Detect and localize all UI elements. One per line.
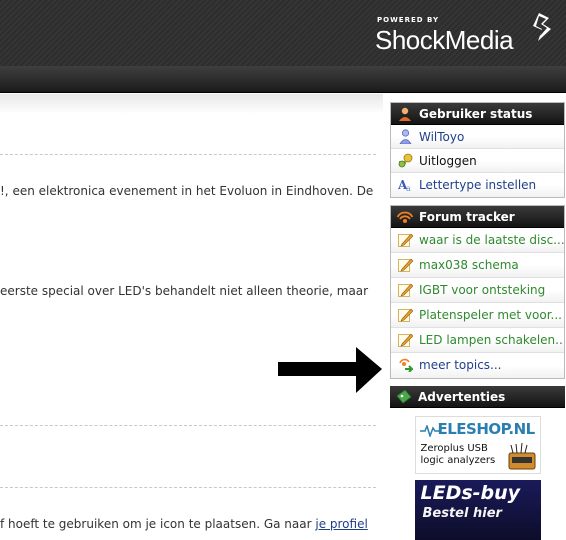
profile-link[interactable]: je profiel [315,517,367,531]
pointer-arrow-icon [278,347,382,393]
font-settings-label: Lettertype instellen [419,178,537,192]
tracker-topic[interactable]: LED lampen schakelen... [391,328,564,353]
tracker-topic[interactable]: max038 schema [391,253,564,278]
topic-label: IGBT voor ontsteking [419,283,546,297]
user-status-header: Gebruiker status [391,103,564,125]
powered-by-text: POWERED BY [377,16,440,24]
eleshop-ad[interactable]: ELESHOP.NL Zeroplus USB logic analyzers [414,416,541,474]
ledsbuy-ad[interactable]: LEDs-buy Bestel hier [414,480,541,540]
tracker-topic[interactable]: Platenspeler met voor... [391,303,564,328]
sidebar: Gebruiker status WilToyo Uitloggen A a L… [390,102,565,540]
user-icon [399,129,412,144]
ledsbuy-ad-sub: Bestel hier [422,506,502,521]
topic-label: Platenspeler met voor... [419,308,562,322]
eleshop-ad-sub1: Zeroplus USB [420,443,488,454]
pencil-icon [398,283,413,297]
topic-label: waar is de laatste disc... [419,233,564,247]
shockmedia-logo[interactable]: POWERED BY ShockMedia [375,12,552,56]
logout-label: Uitloggen [419,154,477,168]
more-topics-link[interactable]: meer topics... [391,353,564,378]
rss-icon [397,211,413,223]
keys-icon [398,153,413,168]
pencil-icon [398,258,413,272]
user-status-title: Gebruiker status [419,107,533,121]
more-topics-label: meer topics... [419,358,502,372]
username-label: WilToyo [419,130,465,144]
advertisements-header: Advertenties [390,386,565,408]
sidebar-item-font-settings[interactable]: A a Lettertype instellen [391,173,564,197]
user-status-icon [399,107,411,121]
logic-analyzer-image [508,443,535,470]
pencil-icon [398,308,413,322]
ledsbuy-ad-title: LEDs-buy [420,482,521,504]
eleshop-ad-title: ELESHOP.NL [437,420,536,438]
topic-label: max038 schema [419,258,519,272]
sidebar-item-logout[interactable]: Uitloggen [391,149,564,173]
user-status-panel: Gebruiker status WilToyo Uitloggen A a L… [390,102,565,198]
forum-tracker-header: Forum tracker [391,206,564,228]
tracker-topic[interactable]: IGBT voor ontsteking [391,278,564,303]
more-topics-icon [399,358,413,372]
main-content: !, een elektronica evenement in het Evol… [0,94,383,540]
sidebar-item-username[interactable]: WilToyo [391,125,564,149]
site-header: POWERED BY ShockMedia [0,0,566,66]
topic-label: LED lampen schakelen... [419,333,564,347]
navigation-bar [0,66,566,93]
pencil-icon [398,333,413,347]
svg-text:a: a [406,184,411,192]
divider [0,487,376,488]
shockmedia-bolt-icon [533,13,551,41]
tracker-topic[interactable]: waar is de laatste disc... [391,228,564,253]
font-icon: A a [398,178,411,192]
divider [0,425,376,426]
advertisements-title: Advertenties [418,390,506,404]
news-text-3: f hoeft te gebruiken om je icon te plaat… [0,517,368,531]
ticket-icon [396,390,412,404]
eleshop-ad-sub2: logic analyzers [420,455,496,466]
signal-wave-icon [419,425,440,437]
news-text-1: !, een elektronica evenement in het Evol… [0,184,374,198]
news-text-2: eerste special over LED's behandelt niet… [0,284,369,298]
advertisements-panel: Advertenties ELESHOP.NL Zeroplus USB log… [390,386,565,540]
pencil-icon [398,233,413,247]
divider [0,154,376,155]
forum-tracker-panel: Forum tracker waar is de laatste disc...… [390,205,565,379]
forum-tracker-title: Forum tracker [419,210,515,224]
brand-name: ShockMedia [375,25,514,55]
